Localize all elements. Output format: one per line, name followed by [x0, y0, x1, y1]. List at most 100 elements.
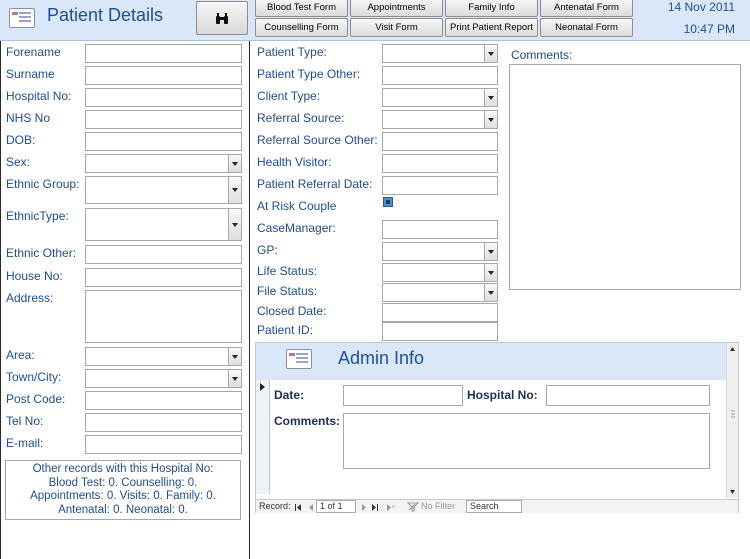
- admin-comments-label: Comments:: [274, 414, 341, 428]
- referral-source-other-input[interactable]: [382, 132, 498, 151]
- ethnic-type-label: EthnicType:: [6, 209, 69, 223]
- blood-test-form-button[interactable]: Blood Test Form: [255, 0, 348, 17]
- patient-type-other-input[interactable]: [382, 66, 498, 85]
- town-city-select[interactable]: [85, 369, 242, 388]
- address-label: Address:: [6, 291, 54, 305]
- other-records-line: Blood Test: 0. Counselling: 0.: [48, 476, 198, 489]
- chevron-down-icon[interactable]: [484, 111, 497, 128]
- appointments-button[interactable]: Appointments: [350, 0, 443, 17]
- chevron-down-icon[interactable]: [228, 370, 241, 387]
- patient-type-select[interactable]: [382, 44, 498, 63]
- client-type-select[interactable]: [382, 88, 498, 107]
- new-record-icon[interactable]: *: [386, 503, 398, 512]
- chevron-down-icon[interactable]: [228, 155, 241, 172]
- life-status-label: Life Status:: [257, 264, 318, 278]
- file-status-select[interactable]: [382, 283, 498, 302]
- sex-select[interactable]: [85, 154, 242, 173]
- admin-hospital-no-label: Hospital No:: [467, 388, 538, 402]
- case-manager-input[interactable]: [382, 220, 498, 239]
- chevron-down-icon[interactable]: [228, 348, 241, 365]
- house-no-label: House No:: [6, 269, 63, 283]
- life-status-select[interactable]: [382, 263, 498, 282]
- tel-no-input[interactable]: [85, 413, 242, 432]
- comments-textarea[interactable]: [509, 64, 741, 290]
- previous-record-icon[interactable]: [307, 503, 315, 512]
- no-filter-button[interactable]: No Filter: [421, 501, 455, 511]
- health-visitor-label: Health Visitor:: [257, 155, 332, 169]
- chevron-down-icon[interactable]: [228, 209, 241, 240]
- chevron-down-icon[interactable]: [484, 45, 497, 62]
- client-type-label: Client Type:: [257, 89, 321, 103]
- admin-info-subform: Admin Info Date: Hospital No: Comments: …: [255, 342, 739, 513]
- gp-select[interactable]: [382, 242, 498, 261]
- post-code-label: Post Code:: [6, 392, 66, 406]
- at-risk-couple-checkbox[interactable]: [383, 197, 393, 207]
- other-records-heading: Other records with this Hospital No:: [32, 463, 214, 475]
- chevron-down-icon[interactable]: [484, 284, 497, 301]
- column-divider: [249, 41, 250, 559]
- health-visitor-input[interactable]: [382, 154, 498, 173]
- ethnic-other-label: Ethnic Other:: [6, 246, 77, 260]
- patient-id-label: Patient ID:: [257, 323, 314, 337]
- chevron-down-icon[interactable]: [484, 243, 497, 260]
- search-input[interactable]: Search: [466, 500, 522, 513]
- chevron-down-icon[interactable]: [484, 89, 497, 106]
- email-input[interactable]: [85, 435, 242, 454]
- find-record-button[interactable]: [196, 1, 248, 35]
- ethnic-group-select[interactable]: [85, 176, 242, 204]
- print-patient-report-button[interactable]: Print Patient Report: [445, 18, 538, 37]
- subform-scrollbar[interactable]: [726, 343, 738, 498]
- admin-hospital-no-input[interactable]: [546, 385, 710, 406]
- surname-label: Surname: [6, 67, 55, 81]
- dob-input[interactable]: [85, 132, 242, 151]
- patient-type-label: Patient Type:: [257, 45, 327, 59]
- ethnic-type-select[interactable]: [85, 208, 242, 241]
- patient-id-input[interactable]: [382, 322, 498, 341]
- chevron-down-icon[interactable]: [228, 177, 241, 203]
- patient-type-other-label: Patient Type Other:: [257, 67, 361, 81]
- family-info-button[interactable]: Family Info: [445, 0, 538, 17]
- visit-form-button[interactable]: Visit Form: [350, 18, 443, 37]
- town-city-label: Town/City:: [6, 370, 62, 384]
- record-label: Record:: [259, 501, 291, 511]
- neonatal-form-button[interactable]: Neonatal Form: [540, 18, 633, 37]
- record-selector[interactable]: [256, 380, 270, 494]
- form-icon: [286, 349, 312, 369]
- hospital-no-input[interactable]: [85, 88, 242, 107]
- referral-source-select[interactable]: [382, 110, 498, 129]
- sex-label: Sex:: [6, 155, 31, 169]
- house-no-input[interactable]: [85, 268, 242, 287]
- post-code-input[interactable]: [85, 391, 242, 410]
- surname-input[interactable]: [85, 66, 242, 85]
- record-position-input[interactable]: 1 of 1: [316, 500, 356, 513]
- nhs-no-input[interactable]: [85, 110, 242, 129]
- gp-label: GP:: [257, 243, 278, 257]
- comments-label: Comments:: [511, 48, 573, 62]
- antenatal-form-button[interactable]: Antenatal Form: [540, 0, 633, 17]
- counselling-form-button[interactable]: Counselling Form: [255, 18, 348, 37]
- tel-no-label: Tel No:: [6, 414, 44, 428]
- form-icon: [9, 8, 35, 28]
- admin-date-label: Date:: [274, 388, 305, 402]
- area-select[interactable]: [85, 347, 242, 366]
- filter-icon: [407, 502, 419, 512]
- ethnic-other-input[interactable]: [85, 245, 242, 264]
- nhs-no-label: NHS No: [6, 111, 51, 125]
- file-status-label: File Status:: [257, 284, 318, 298]
- admin-date-input[interactable]: [343, 385, 463, 406]
- admin-info-header: [256, 343, 728, 380]
- next-record-icon[interactable]: [360, 503, 368, 512]
- admin-comments-textarea[interactable]: [343, 413, 710, 469]
- chevron-down-icon[interactable]: [484, 264, 497, 281]
- ethnic-group-label: Ethnic Group:: [6, 177, 80, 191]
- scrollbar-arrows-icon: [730, 347, 735, 494]
- svg-text:*: *: [392, 505, 395, 512]
- forename-input[interactable]: [85, 44, 242, 63]
- referral-source-other-label: Referral Source Other:: [257, 133, 378, 147]
- address-textarea[interactable]: [85, 290, 242, 343]
- binoculars-icon: [216, 13, 228, 24]
- last-record-icon[interactable]: [371, 503, 383, 512]
- patient-referral-date-input[interactable]: [382, 176, 498, 195]
- dob-label: DOB:: [6, 133, 36, 147]
- closed-date-input[interactable]: [382, 303, 498, 322]
